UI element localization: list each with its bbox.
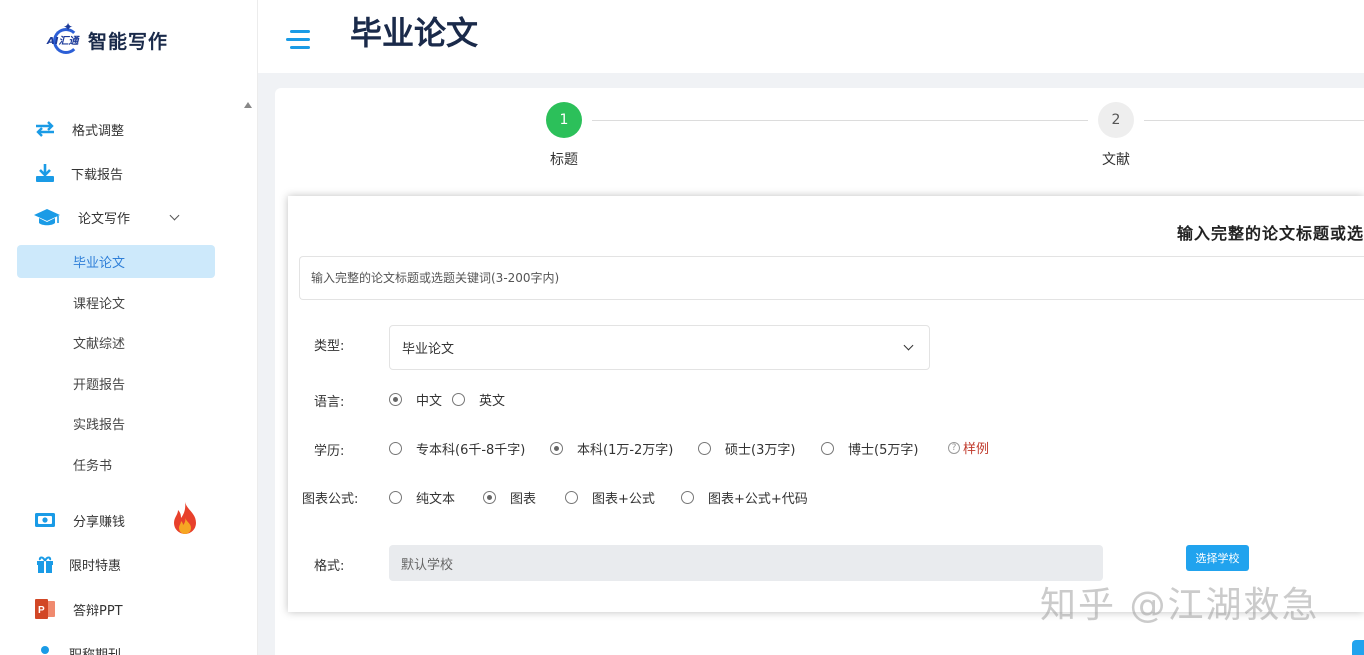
school-field: 默认学校 — [389, 545, 1103, 581]
title-input[interactable] — [299, 256, 1364, 300]
header: 毕业论文 — [258, 0, 1364, 73]
user-icon — [34, 642, 56, 655]
step-1-label: 标题 — [550, 152, 578, 168]
degree-option-doctor[interactable]: 博士(5万字) — [821, 439, 918, 458]
sidebar-item-label: 下载报告 — [71, 167, 124, 183]
sidebar-item-journal[interactable]: 职称期刊 — [0, 636, 257, 655]
graduation-cap-icon — [33, 206, 61, 228]
chart-formula-label: 图表公式: — [302, 492, 359, 507]
degree-option-bachelor[interactable]: 本科(1万-2万字) — [550, 439, 673, 458]
language-option-english[interactable]: 英文 — [452, 390, 505, 409]
sidebar-subitem-task-book[interactable]: 任务书 — [17, 448, 215, 481]
radio-unchecked-icon — [681, 491, 694, 504]
sidebar-subitem-graduation-thesis[interactable]: 毕业论文 — [17, 245, 215, 278]
hamburger-menu-icon[interactable] — [286, 30, 310, 52]
step-2-label: 文献 — [1102, 152, 1130, 168]
sidebar-subitem-proposal-report[interactable]: 开题报告 — [17, 367, 215, 400]
sidebar-item-format-adjust[interactable]: 格式调整 — [0, 112, 257, 146]
select-school-button[interactable]: 选择学校 — [1186, 545, 1249, 571]
degree-label: 学历: — [314, 444, 345, 459]
language-label: 语言: — [314, 395, 345, 410]
sidebar: AI汇通 ✦ 智能写作 格式调整 下载报告 论文写作 毕业论文 课程论文 文献综… — [0, 0, 258, 655]
chart-option-chart-formula-code[interactable]: 图表+公式+代码 — [681, 488, 808, 507]
language-option-chinese[interactable]: 中文 — [389, 390, 442, 409]
money-icon — [34, 509, 56, 531]
chevron-down-icon — [169, 210, 180, 221]
svg-text:P: P — [38, 605, 45, 616]
chart-option-plain[interactable]: 纯文本 — [389, 488, 455, 507]
sidebar-item-label: 答辩PPT — [73, 603, 123, 619]
radio-checked-icon — [483, 491, 496, 504]
radio-unchecked-icon — [452, 393, 465, 406]
radio-unchecked-icon — [565, 491, 578, 504]
chart-option-chart[interactable]: 图表 — [483, 488, 536, 507]
sidebar-item-label: 职称期刊 — [69, 647, 122, 655]
sidebar-item-defense-ppt[interactable]: P 答辩PPT — [0, 592, 257, 626]
logo-icon: AI汇通 ✦ — [45, 20, 81, 56]
type-label: 类型: — [314, 339, 345, 354]
degree-option-master[interactable]: 硕士(3万字) — [698, 439, 795, 458]
format-label: 格式: — [314, 559, 345, 574]
sidebar-item-limited-offer[interactable]: 限时特惠 — [0, 547, 257, 581]
swap-arrows-icon — [34, 118, 56, 140]
sidebar-item-download-report[interactable]: 下载报告 — [0, 156, 257, 190]
degree-option-junior[interactable]: 专本科(6千-8千字) — [389, 439, 525, 458]
sidebar-item-label: 格式调整 — [72, 123, 125, 139]
example-link[interactable]: ? 样例 — [948, 438, 989, 457]
download-icon — [34, 162, 56, 184]
logo-title: 智能写作 — [88, 30, 169, 53]
radio-unchecked-icon — [389, 442, 402, 455]
sidebar-subitem-course-paper[interactable]: 课程论文 — [17, 286, 215, 319]
step-2-circle[interactable]: 2 — [1098, 102, 1134, 138]
scroll-up-arrow-icon[interactable] — [244, 102, 252, 108]
sidebar-subitem-practice-report[interactable]: 实践报告 — [17, 407, 215, 440]
page-title: 毕业论文 — [350, 14, 479, 52]
step-1-circle[interactable]: 1 — [546, 102, 582, 138]
sidebar-item-share-earn[interactable]: 分享赚钱 — [0, 502, 257, 537]
radio-unchecked-icon — [698, 442, 711, 455]
chart-option-chart-formula[interactable]: 图表+公式 — [565, 488, 655, 507]
radio-checked-icon — [389, 393, 402, 406]
radio-unchecked-icon — [389, 491, 402, 504]
step-connector — [1144, 120, 1364, 121]
radio-unchecked-icon — [821, 442, 834, 455]
ppt-icon: P — [34, 598, 56, 620]
sidebar-item-label: 限时特惠 — [69, 558, 122, 574]
sidebar-item-label: 分享赚钱 — [73, 514, 126, 530]
sidebar-subitem-literature-review[interactable]: 文献综述 — [17, 326, 215, 359]
sidebar-item-label: 论文写作 — [78, 211, 131, 227]
question-icon: ? — [948, 441, 960, 454]
chevron-down-icon — [903, 340, 914, 351]
type-select-value: 毕业论文 — [402, 342, 455, 357]
step-connector — [592, 120, 1088, 121]
floating-action-button[interactable] — [1352, 640, 1364, 655]
logo[interactable]: AI汇通 ✦ 智能写作 — [45, 20, 169, 56]
sidebar-item-thesis-writing[interactable]: 论文写作 — [0, 200, 257, 234]
watermark: 知乎 @江湖救急 — [1040, 585, 1320, 626]
form-heading: 输入完整的论文标题或选 — [1176, 224, 1364, 243]
type-select[interactable]: 毕业论文 — [389, 325, 930, 370]
fire-icon — [172, 501, 198, 541]
radio-checked-icon — [550, 442, 563, 455]
gift-icon — [34, 553, 56, 575]
